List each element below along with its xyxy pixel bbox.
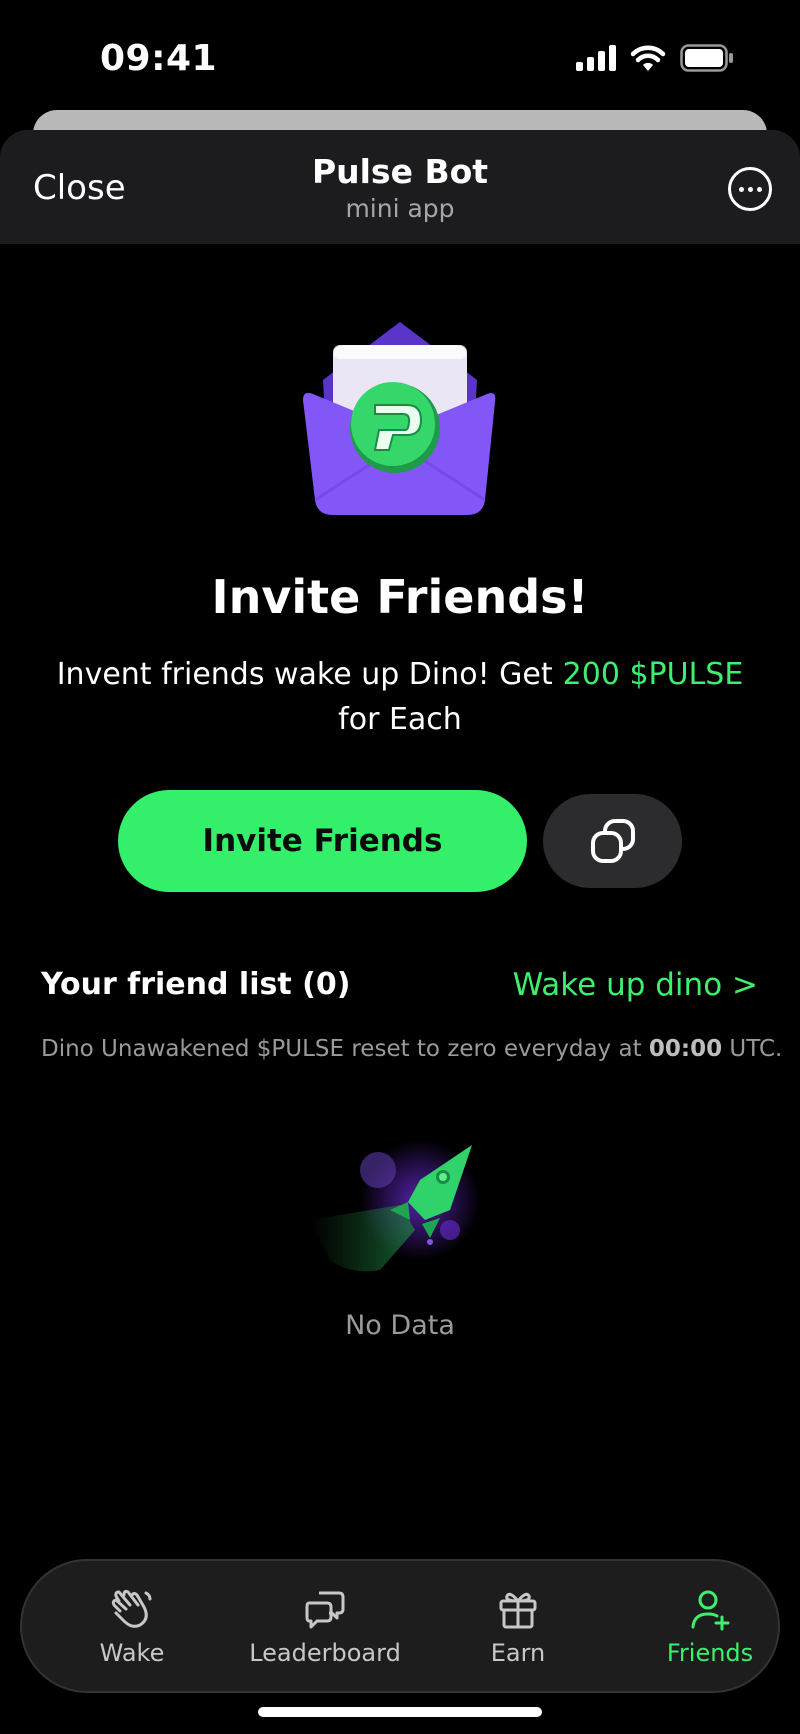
tab-earn[interactable]: Earn <box>423 1561 613 1691</box>
invite-desc-prefix: Invent friends wake up Dino! Get <box>56 657 553 692</box>
add-user-icon <box>691 1590 730 1631</box>
copy-icon <box>590 819 635 863</box>
invite-friends-button[interactable]: Invite Friends <box>118 790 527 892</box>
rocket-icon <box>310 1140 480 1272</box>
page-title: Pulse Bot <box>311 152 489 191</box>
chat-bubbles-icon <box>305 1591 345 1629</box>
page-subtitle: mini app <box>345 194 455 223</box>
tab-leaderboard-label: Leaderboard <box>249 1639 401 1667</box>
status-bar: 09:41 <box>0 0 800 110</box>
tab-friends-label: Friends <box>666 1639 754 1667</box>
friend-list-title: Your friend list (0) <box>41 967 351 1002</box>
battery-icon <box>680 44 733 72</box>
envelope-illustration <box>303 322 496 515</box>
more-options-icon[interactable] <box>728 167 772 211</box>
app-header: Close Pulse Bot mini app <box>0 130 800 244</box>
wake-up-dino-link[interactable]: Wake up dino > <box>513 967 758 1003</box>
empty-state-text: No Data <box>345 1310 455 1341</box>
hand-wave-icon <box>111 1589 152 1628</box>
copy-link-button[interactable] <box>543 794 682 888</box>
mini-app-sheet: Close Pulse Bot mini app Invite Friends!… <box>0 130 800 1734</box>
invite-desc-suffix: for Each <box>338 702 462 737</box>
wifi-icon <box>630 45 666 71</box>
signal-icon <box>576 45 616 71</box>
tab-leaderboard[interactable]: Leaderboard <box>230 1561 420 1691</box>
home-indicator <box>258 1707 542 1717</box>
tab-wake[interactable]: Wake <box>37 1561 227 1691</box>
reset-note-suffix: UTC. <box>722 1036 783 1062</box>
tab-earn-label: Earn <box>490 1639 546 1667</box>
gift-icon <box>499 1592 537 1629</box>
reset-time: 00:00 <box>648 1036 723 1062</box>
status-time: 09:41 <box>100 38 218 79</box>
invite-description: Invent friends wake up Dino! Get 200 $PUL… <box>50 652 750 742</box>
status-icons <box>576 44 734 72</box>
reset-note: Dino Unawakened $PULSE reset to zero eve… <box>41 1036 782 1062</box>
tab-wake-label: Wake <box>99 1639 165 1667</box>
reward-amount: 200 $PULSE <box>562 657 744 692</box>
tab-friends[interactable]: Friends <box>615 1561 800 1691</box>
bottom-tab-bar: Wake Leaderboard Earn Friends <box>20 1559 780 1693</box>
reset-note-prefix: Dino Unawakened $PULSE reset to zero eve… <box>41 1036 649 1062</box>
invite-heading: Invite Friends! <box>211 570 589 624</box>
